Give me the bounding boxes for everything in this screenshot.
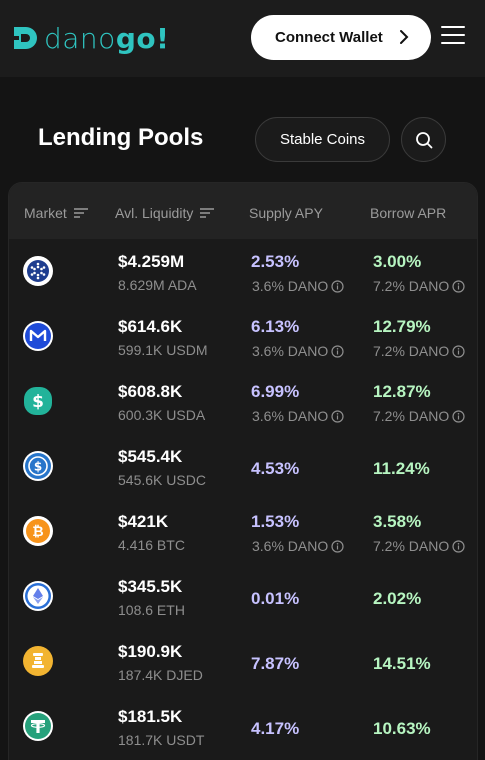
table-header: Market Avl. Liquidity Supply APY Borrow … [9,183,477,239]
supply-apy: 6.13% [251,317,300,336]
borrow-reward: 7.2% DANO [373,538,465,554]
usdm-icon [23,321,53,351]
djed-icon [23,646,53,676]
top-header: danogo! Connect Wallet [0,0,485,77]
supply-apy: 4.17% [251,719,300,738]
borrow-reward: 7.2% DANO [373,343,465,359]
supply-apy: 4.53% [251,459,300,478]
liquidity-value: $421K [118,512,169,531]
ada-icon [23,256,53,286]
info-icon[interactable] [452,409,465,423]
supply-apy: 1.53% [251,512,300,531]
logo-text: danogo! [44,21,170,55]
logo-mark-icon [12,27,37,49]
table-row[interactable]: $181.5K 181.7K USDT 4.17% 10.63% [9,694,477,759]
table-row[interactable]: $614.6K 599.1K USDM 6.13% 12.79% 3.6% DANO 7.… [9,304,477,369]
supply-apy: 0.01% [251,589,300,608]
supply-apy: 7.87% [251,654,300,673]
column-supply-apy[interactable]: Supply APY [249,205,323,221]
borrow-apr: 3.00% [373,252,422,271]
supply-reward: 3.6% DANO [252,278,344,294]
liquidity-amount: 8.629M ADA [118,277,197,293]
table-row[interactable]: $190.9K 187.4K DJED 7.87% 14.51% [9,629,477,694]
borrow-apr: 12.79% [373,317,431,336]
lending-pools-table: Market Avl. Liquidity Supply APY Borrow … [8,182,478,760]
liquidity-value: $4.259M [118,252,185,271]
borrow-reward: 7.2% DANO [373,278,465,294]
sort-icon [73,208,88,218]
liquidity-amount: 187.4K DJED [118,667,203,683]
liquidity-value: $181.5K [118,707,183,726]
info-icon[interactable] [331,344,344,358]
info-icon[interactable] [331,409,344,423]
hamburger-menu-icon[interactable] [441,26,465,46]
connect-wallet-label: Connect Wallet [275,29,383,46]
column-borrow-apr[interactable]: Borrow APR [370,205,446,221]
liquidity-amount: 181.7K USDT [118,732,205,748]
info-icon[interactable] [452,279,465,293]
borrow-reward: 7.2% DANO [373,408,465,424]
table-row[interactable]: $345.5K 108.6 ETH 0.01% 2.02% [9,564,477,629]
supply-apy: 2.53% [251,252,300,271]
borrow-apr: 11.24% [373,459,430,478]
borrow-apr: 3.58% [373,512,422,531]
page-title: Lending Pools [38,124,204,151]
supply-reward: 3.6% DANO [252,343,344,359]
search-button[interactable] [401,117,446,162]
table-row[interactable]: $ $545.4K 545.6K USDC 4.53% 11.24% [9,434,477,499]
table-row[interactable]: ₿ $421K 4.416 BTC 1.53% 3.58% 3.6% DANO 7.2% D… [9,499,477,564]
svg-text:$: $ [32,392,44,412]
connect-wallet-button[interactable]: Connect Wallet [251,15,431,60]
sort-icon [200,208,215,218]
supply-reward: 3.6% DANO [252,408,344,424]
info-icon[interactable] [331,539,344,553]
liquidity-amount: 108.6 ETH [118,602,185,618]
info-icon[interactable] [331,279,344,293]
svg-text:$: $ [34,460,42,474]
usda-icon: $ [23,386,53,416]
danogo-logo[interactable]: danogo! [12,21,170,55]
liquidity-amount: 545.6K USDC [118,472,206,488]
eth-icon [23,581,53,611]
info-icon[interactable] [452,539,465,553]
borrow-apr: 10.63% [373,719,431,738]
usdc-icon: $ [23,451,53,481]
liquidity-value: $345.5K [118,577,183,596]
chevron-right-icon [400,30,409,44]
column-avl-liquidity[interactable]: Avl. Liquidity [115,205,215,221]
svg-text:₿: ₿ [32,524,43,540]
liquidity-amount: 600.3K USDA [118,407,206,423]
liquidity-amount: 599.1K USDM [118,342,208,358]
supply-reward: 3.6% DANO [252,538,344,554]
usdt-icon [23,711,53,741]
liquidity-value: $545.4K [118,447,183,466]
btc-icon: ₿ [23,516,53,546]
borrow-apr: 14.51% [373,654,431,673]
borrow-apr: 12.87% [373,382,431,401]
borrow-apr: 2.02% [373,589,422,608]
table-row[interactable]: $ $608.8K 600.3K USDA 6.99% 12.87% 3.6% DANO 7… [9,369,477,434]
liquidity-value: $614.6K [118,317,183,336]
liquidity-amount: 4.416 BTC [118,537,185,553]
liquidity-value: $190.9K [118,642,183,661]
search-icon [415,131,432,148]
supply-apy: 6.99% [251,382,300,401]
table-row[interactable]: $4.259M 8.629M ADA 2.53% 3.00% 3.6% DANO 7.2%… [9,239,477,304]
info-icon[interactable] [452,344,465,358]
column-market[interactable]: Market [24,205,88,221]
stable-coins-filter-button[interactable]: Stable Coins [255,117,390,162]
liquidity-value: $608.8K [118,382,183,401]
